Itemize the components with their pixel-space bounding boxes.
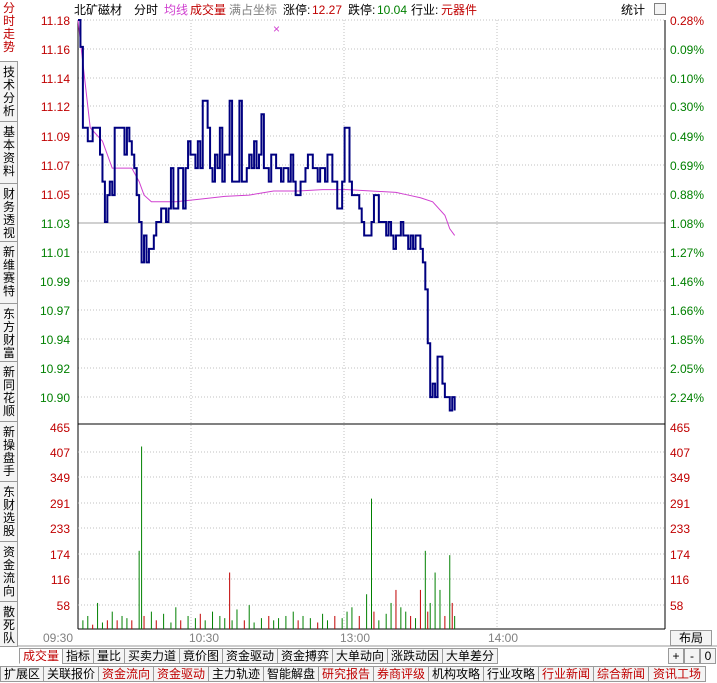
volume-tick-label: 116 xyxy=(51,573,70,587)
price-tick-label: 10.90 xyxy=(40,391,70,405)
volume-tick-label: 465 xyxy=(670,421,690,435)
volume-tick-label: 174 xyxy=(670,548,690,562)
time-tick-label: 10:30 xyxy=(189,631,219,645)
extension-tab-10[interactable]: 行业新闻 xyxy=(538,666,594,682)
indicator-tab-6[interactable]: 资金搏弈 xyxy=(277,648,333,664)
layout-button[interactable]: 布局 xyxy=(670,630,712,646)
indicator-tab-8[interactable]: 涨跌动因 xyxy=(387,648,443,664)
time-tick-label: 13:00 xyxy=(340,631,370,645)
pct-tick-label: 0.10% xyxy=(670,72,704,86)
extension-tab-8[interactable]: 机构攻略 xyxy=(428,666,484,682)
indicator-tab-9[interactable]: 大单差分 xyxy=(442,648,498,664)
price-tick-label: 11.12 xyxy=(41,100,70,114)
pct-tick-label: 1.27% xyxy=(670,246,704,260)
volume-tick-label: 465 xyxy=(50,421,70,435)
volume-tick-label: 291 xyxy=(670,497,690,511)
pct-tick-label: 1.08% xyxy=(670,217,704,231)
price-line xyxy=(78,19,456,412)
extension-tab-1[interactable]: 关联报价 xyxy=(43,666,99,682)
pct-tick-label: 1.85% xyxy=(670,333,704,347)
extension-tab-5[interactable]: 智能解盘 xyxy=(263,666,319,682)
indicator-tab-5[interactable]: 资金驱动 xyxy=(222,648,278,664)
indicator-tab-4[interactable]: 竟价图 xyxy=(179,648,223,664)
pct-tick-label: 0.49% xyxy=(670,130,704,144)
pct-tick-label: 2.05% xyxy=(670,362,704,376)
volume-tick-label: 58 xyxy=(57,599,71,613)
price-tick-label: 10.92 xyxy=(40,362,70,376)
volume-tick-label: 116 xyxy=(670,573,689,587)
avg-price-line xyxy=(77,19,456,236)
price-tick-label: 11.18 xyxy=(41,14,70,28)
extension-tab-6[interactable]: 研究报告 xyxy=(318,666,374,682)
pct-tick-label: 1.66% xyxy=(670,304,704,318)
volume-tick-label: 58 xyxy=(670,599,684,613)
price-tick-label: 10.94 xyxy=(40,333,70,347)
extension-tab-3[interactable]: 资金驱动 xyxy=(153,666,209,682)
pct-tick-label: 0.09% xyxy=(670,43,704,57)
volume-tick-label: 349 xyxy=(670,471,690,485)
volume-tick-label: 349 xyxy=(50,471,70,485)
volume-tick-label: 407 xyxy=(670,446,690,460)
pct-tick-label: 0.30% xyxy=(670,100,704,114)
price-tick-label: 11.14 xyxy=(41,72,70,86)
time-tick-label: 14:00 xyxy=(488,631,518,645)
extension-tab-4[interactable]: 主力轨迹 xyxy=(208,666,264,682)
price-tick-label: 11.05 xyxy=(41,188,70,202)
extension-tab-9[interactable]: 行业攻略 xyxy=(483,666,539,682)
extension-tab-0[interactable]: 扩展区 xyxy=(0,666,44,682)
extension-tab-2[interactable]: 资金流向 xyxy=(98,666,154,682)
zero-button[interactable]: 0 xyxy=(700,648,716,664)
extension-tab-11[interactable]: 综合新闻 xyxy=(593,666,649,682)
indicator-tab-2[interactable]: 量比 xyxy=(93,648,125,664)
volume-tick-label: 407 xyxy=(50,446,70,460)
extension-tab-12[interactable]: 资讯工场 xyxy=(648,666,706,682)
app-window: 分时走势 技术分析 基本资料 财务透视 新维赛特 东方财富 新同花顺 新操盘手 东财选股 资金流向… xyxy=(0,0,717,683)
price-tick-label: 11.07 xyxy=(41,159,70,173)
pct-tick-label: 2.24% xyxy=(670,391,704,405)
pct-tick-label: 0.69% xyxy=(670,159,704,173)
price-tick-label: 11.16 xyxy=(41,43,70,57)
time-tick-label: 09:30 xyxy=(43,631,73,645)
extension-tab-7[interactable]: 券商评级 xyxy=(373,666,429,682)
pct-tick-label: 1.46% xyxy=(670,275,704,289)
volume-tick-label: 233 xyxy=(50,522,70,536)
price-tick-label: 11.01 xyxy=(41,246,70,260)
zoom-out-button[interactable]: - xyxy=(684,648,700,664)
indicator-tab-3[interactable]: 买卖力道 xyxy=(124,648,180,664)
pct-tick-label: 0.28% xyxy=(670,14,704,28)
volume-tick-label: 233 xyxy=(670,522,690,536)
indicator-tab-7[interactable]: 大单动向 xyxy=(332,648,388,664)
price-tick-label: 11.09 xyxy=(41,130,70,144)
volume-tick-label: 174 xyxy=(50,548,70,562)
volume-tick-label: 291 xyxy=(50,497,70,511)
price-tick-label: 10.99 xyxy=(40,275,70,289)
price-tick-label: 10.97 xyxy=(40,304,70,318)
pct-tick-label: 0.88% xyxy=(670,188,704,202)
indicator-tab-0[interactable]: 成交量 xyxy=(19,648,63,664)
event-marker: × xyxy=(273,22,280,36)
price-tick-label: 11.03 xyxy=(41,217,70,231)
indicator-tab-1[interactable]: 指标 xyxy=(62,648,94,664)
chart-area: 11.18 11.16 11.14 11.12 11.09 11.07 11.05 11.03… xyxy=(18,14,717,647)
zoom-in-button[interactable]: + xyxy=(668,648,684,664)
